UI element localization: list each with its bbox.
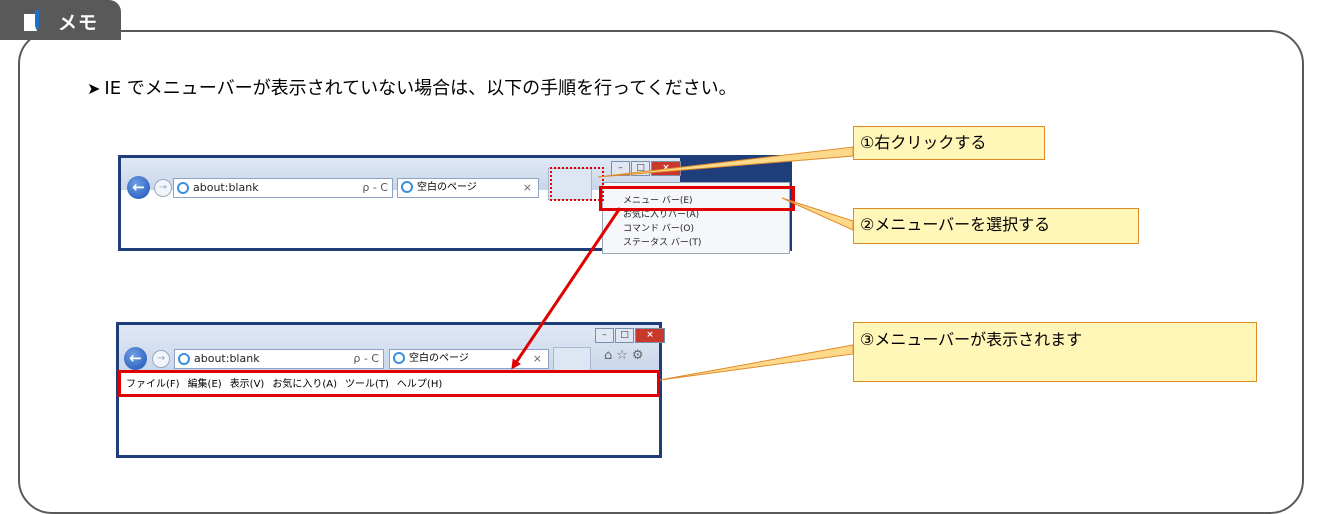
callout1-pointer: [597, 146, 854, 178]
callout-step2: ②メニューバーを選択する: [853, 208, 1139, 244]
callout-step1: ①右クリックする: [853, 126, 1045, 160]
step-arrow: [511, 207, 622, 370]
callout2-pointer: [781, 197, 854, 231]
callout3-pointer: [659, 344, 854, 381]
callout-step3: ③メニューバーが表示されます: [853, 322, 1257, 382]
